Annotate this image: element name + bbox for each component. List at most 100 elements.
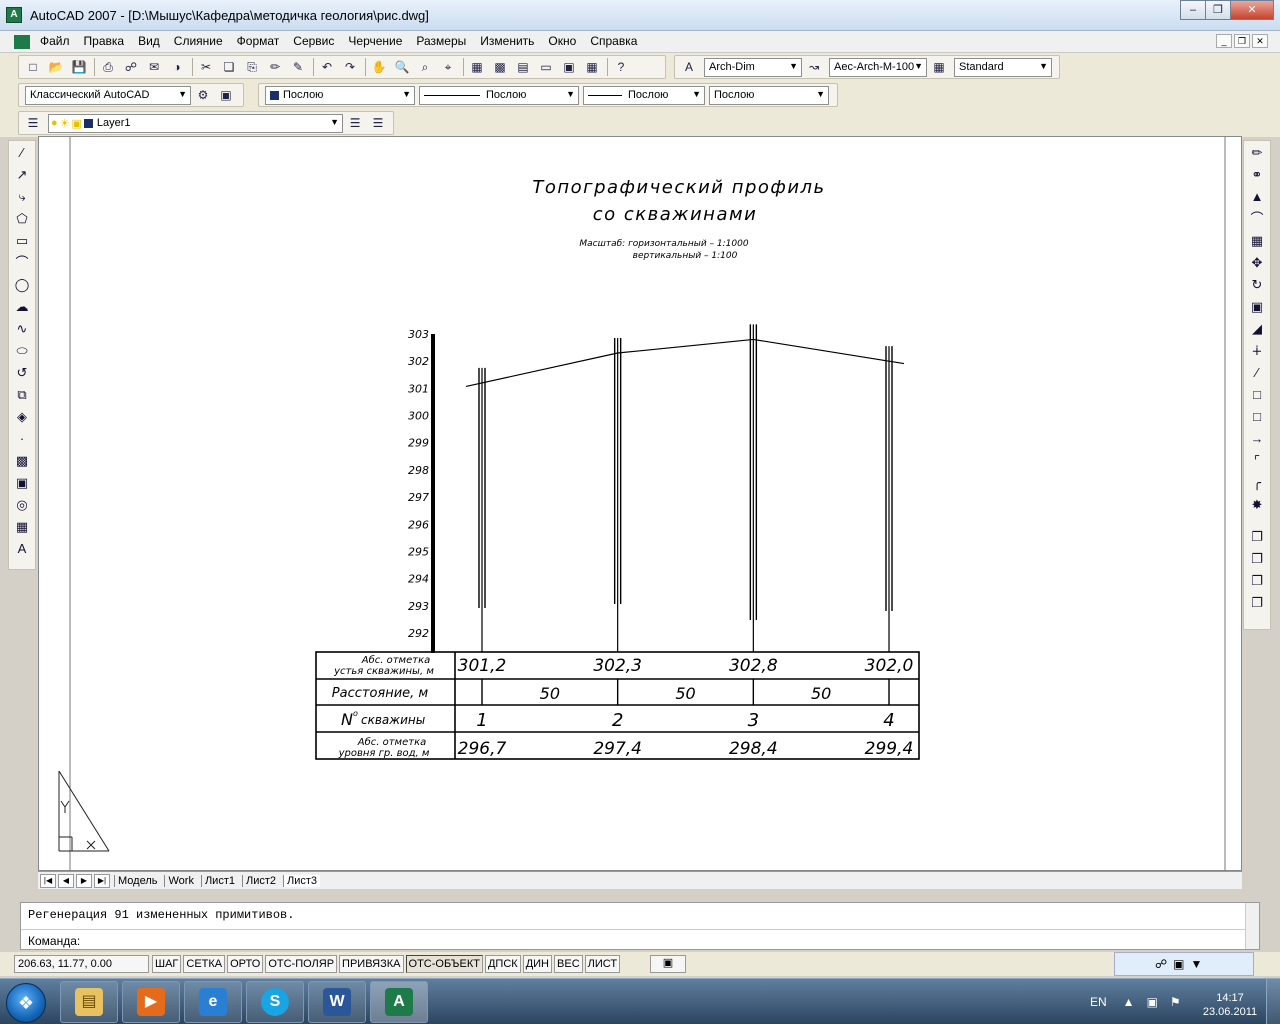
coordinates-readout[interactable]: 206.63, 11.77, 0.00 <box>14 955 149 973</box>
status-toggle[interactable]: ОТС-ПОЛЯР <box>265 955 338 973</box>
command-window[interactable]: Регенерация 91 измененных примитивов. Ко… <box>20 902 1260 950</box>
chamfer-icon[interactable]: ⌜ <box>1246 451 1268 471</box>
bring-above-icon[interactable]: ❐ <box>1246 571 1268 591</box>
menu-item[interactable]: Изменить <box>480 34 534 48</box>
mtext-icon[interactable]: A <box>11 539 33 559</box>
close-button[interactable]: ✕ <box>1230 0 1274 20</box>
layer-select[interactable]: ● ☀ ▣ Layer1 ▼ <box>47 113 344 133</box>
markup-icon[interactable]: ▣ <box>561 59 577 75</box>
mirror-icon[interactable]: ▲ <box>1246 187 1268 207</box>
word-task-icon[interactable]: W <box>308 981 366 1023</box>
network-icon[interactable]: ▣ <box>1147 995 1158 1009</box>
menu-item[interactable]: Слияние <box>174 34 223 48</box>
cut-icon[interactable]: ✂ <box>198 59 214 75</box>
plotstyle-select[interactable]: Послою ▼ <box>709 85 829 105</box>
hatch-icon[interactable]: ▩ <box>11 451 33 471</box>
menu-item[interactable]: Сервис <box>293 34 334 48</box>
region-icon[interactable]: ◎ <box>11 495 33 515</box>
menu-item[interactable]: Черчение <box>348 34 402 48</box>
language-indicator[interactable]: EN <box>1090 995 1107 1009</box>
dim-style-icon[interactable]: ↝ <box>806 59 822 75</box>
arc-icon[interactable]: ⌒ <box>11 253 33 273</box>
make-layer-current-icon[interactable]: ☰ <box>347 115 363 131</box>
doc-restore-button[interactable]: ❐ <box>1234 34 1250 48</box>
open-icon[interactable]: 📂 <box>48 59 64 75</box>
explorer-task-icon[interactable]: ▤ <box>60 981 118 1023</box>
gradient-icon[interactable]: ▣ <box>11 473 33 493</box>
textstyle-select[interactable]: Standard ▼ <box>954 57 1052 77</box>
rotate-icon[interactable]: ↻ <box>1246 275 1268 295</box>
menu-item[interactable]: Окно <box>548 34 576 48</box>
linetype-select[interactable]: Послою ▼ <box>419 85 579 105</box>
viewport-icon[interactable]: ▣ <box>650 955 686 973</box>
last-tab-icon[interactable]: ▶| <box>94 873 110 888</box>
ellipse-icon[interactable]: ⬭ <box>11 341 33 361</box>
layer-previous-icon[interactable]: ☰ <box>370 115 386 131</box>
join-icon[interactable]: → <box>1246 429 1268 449</box>
skype-task-icon[interactable]: S <box>246 981 304 1023</box>
status-toggle[interactable]: ШАГ <box>152 955 182 973</box>
autocad-task-icon[interactable]: A <box>370 981 428 1023</box>
move-icon[interactable]: ✥ <box>1246 253 1268 273</box>
save-icon[interactable]: 💾 <box>71 59 87 75</box>
designcenter-icon[interactable]: ▩ <box>492 59 508 75</box>
matchprop-icon[interactable]: ✏ <box>267 59 283 75</box>
menu-item[interactable]: Справка <box>590 34 637 48</box>
status-toggle[interactable]: ОТС-ОБЪЕКТ <box>405 955 483 973</box>
minimize-button[interactable]: – <box>1180 0 1206 20</box>
spline-icon[interactable]: ∿ <box>11 319 33 339</box>
paste-icon[interactable]: ⎘ <box>244 59 260 75</box>
polyline-icon[interactable]: ⤷ <box>11 187 33 207</box>
dimstyle-select[interactable]: Arch-Dim ▼ <box>704 57 802 77</box>
doc-close-button[interactable]: ✕ <box>1252 34 1268 48</box>
break-at-point-icon[interactable]: □ <box>1246 385 1268 405</box>
zoom-previous-icon[interactable]: ⌖ <box>440 59 456 75</box>
prev-tab-icon[interactable]: ◀ <box>58 873 74 888</box>
extend-icon[interactable]: ∕ <box>1246 363 1268 383</box>
menu-item[interactable]: Вид <box>138 34 160 48</box>
autocad-app-icon[interactable]: A <box>6 7 22 23</box>
print-icon[interactable]: ⎙ <box>100 59 116 75</box>
publish-icon[interactable]: ✉ <box>146 59 162 75</box>
status-toggle[interactable]: ПРИВЯЗКА <box>339 955 404 973</box>
trim-icon[interactable]: ∔ <box>1246 341 1268 361</box>
ie-task-icon[interactable]: e <box>184 981 242 1023</box>
command-scrollbar[interactable] <box>1245 903 1259 949</box>
help-icon[interactable]: ? <box>613 59 629 75</box>
drawing-icon[interactable] <box>14 35 30 49</box>
restore-button[interactable]: ❐ <box>1205 0 1231 20</box>
construction-line-icon[interactable]: ↗ <box>11 165 33 185</box>
workspace-save-icon[interactable]: ▣ <box>218 87 234 103</box>
next-tab-icon[interactable]: ▶ <box>76 873 92 888</box>
calculator-icon[interactable]: ▦ <box>584 59 600 75</box>
status-toggle[interactable]: ОРТО <box>227 955 264 973</box>
revcloud-icon[interactable]: ☁ <box>11 297 33 317</box>
blockedit-icon[interactable]: ✎ <box>290 59 306 75</box>
layout-tab[interactable]: Лист1 <box>200 874 238 887</box>
polygon-icon[interactable]: ⬠ <box>11 209 33 229</box>
ellipse-arc-icon[interactable]: ↺ <box>11 363 33 383</box>
send-back-icon[interactable]: ❐ <box>1246 549 1268 569</box>
zoom-window-icon[interactable]: ⌕ <box>417 59 433 75</box>
menu-item[interactable]: Формат <box>237 34 280 48</box>
status-toggle[interactable]: ДИН <box>522 955 553 973</box>
doc-minimize-button[interactable]: _ <box>1216 34 1232 48</box>
comm-center-icon[interactable]: ☍ <box>1155 957 1167 971</box>
start-button[interactable]: ❖ <box>6 983 46 1023</box>
preview-icon[interactable]: ☍ <box>123 59 139 75</box>
table-icon[interactable]: ▦ <box>11 517 33 537</box>
action-center-flag-icon[interactable]: ⚑ <box>1170 995 1181 1009</box>
color-select[interactable]: Послою ▼ <box>265 85 415 105</box>
command-prompt[interactable]: Команда: <box>28 934 80 948</box>
make-block-icon[interactable]: ◈ <box>11 407 33 427</box>
point-icon[interactable]: · <box>11 429 33 449</box>
show-hidden-icons-icon[interactable]: ▲ <box>1123 995 1135 1009</box>
offset-icon[interactable]: ⌒ <box>1246 209 1268 229</box>
workspace-select[interactable]: Классический AutoCAD ▼ <box>25 85 191 105</box>
layout-tab[interactable]: Work <box>164 874 196 887</box>
zoom-realtime-icon[interactable]: 🔍 <box>394 59 410 75</box>
copy-icon[interactable]: ❏ <box>221 59 237 75</box>
status-menu-icon[interactable]: ▼ <box>1191 957 1203 971</box>
break-icon[interactable]: □ <box>1246 407 1268 427</box>
circle-icon[interactable]: ◯ <box>11 275 33 295</box>
